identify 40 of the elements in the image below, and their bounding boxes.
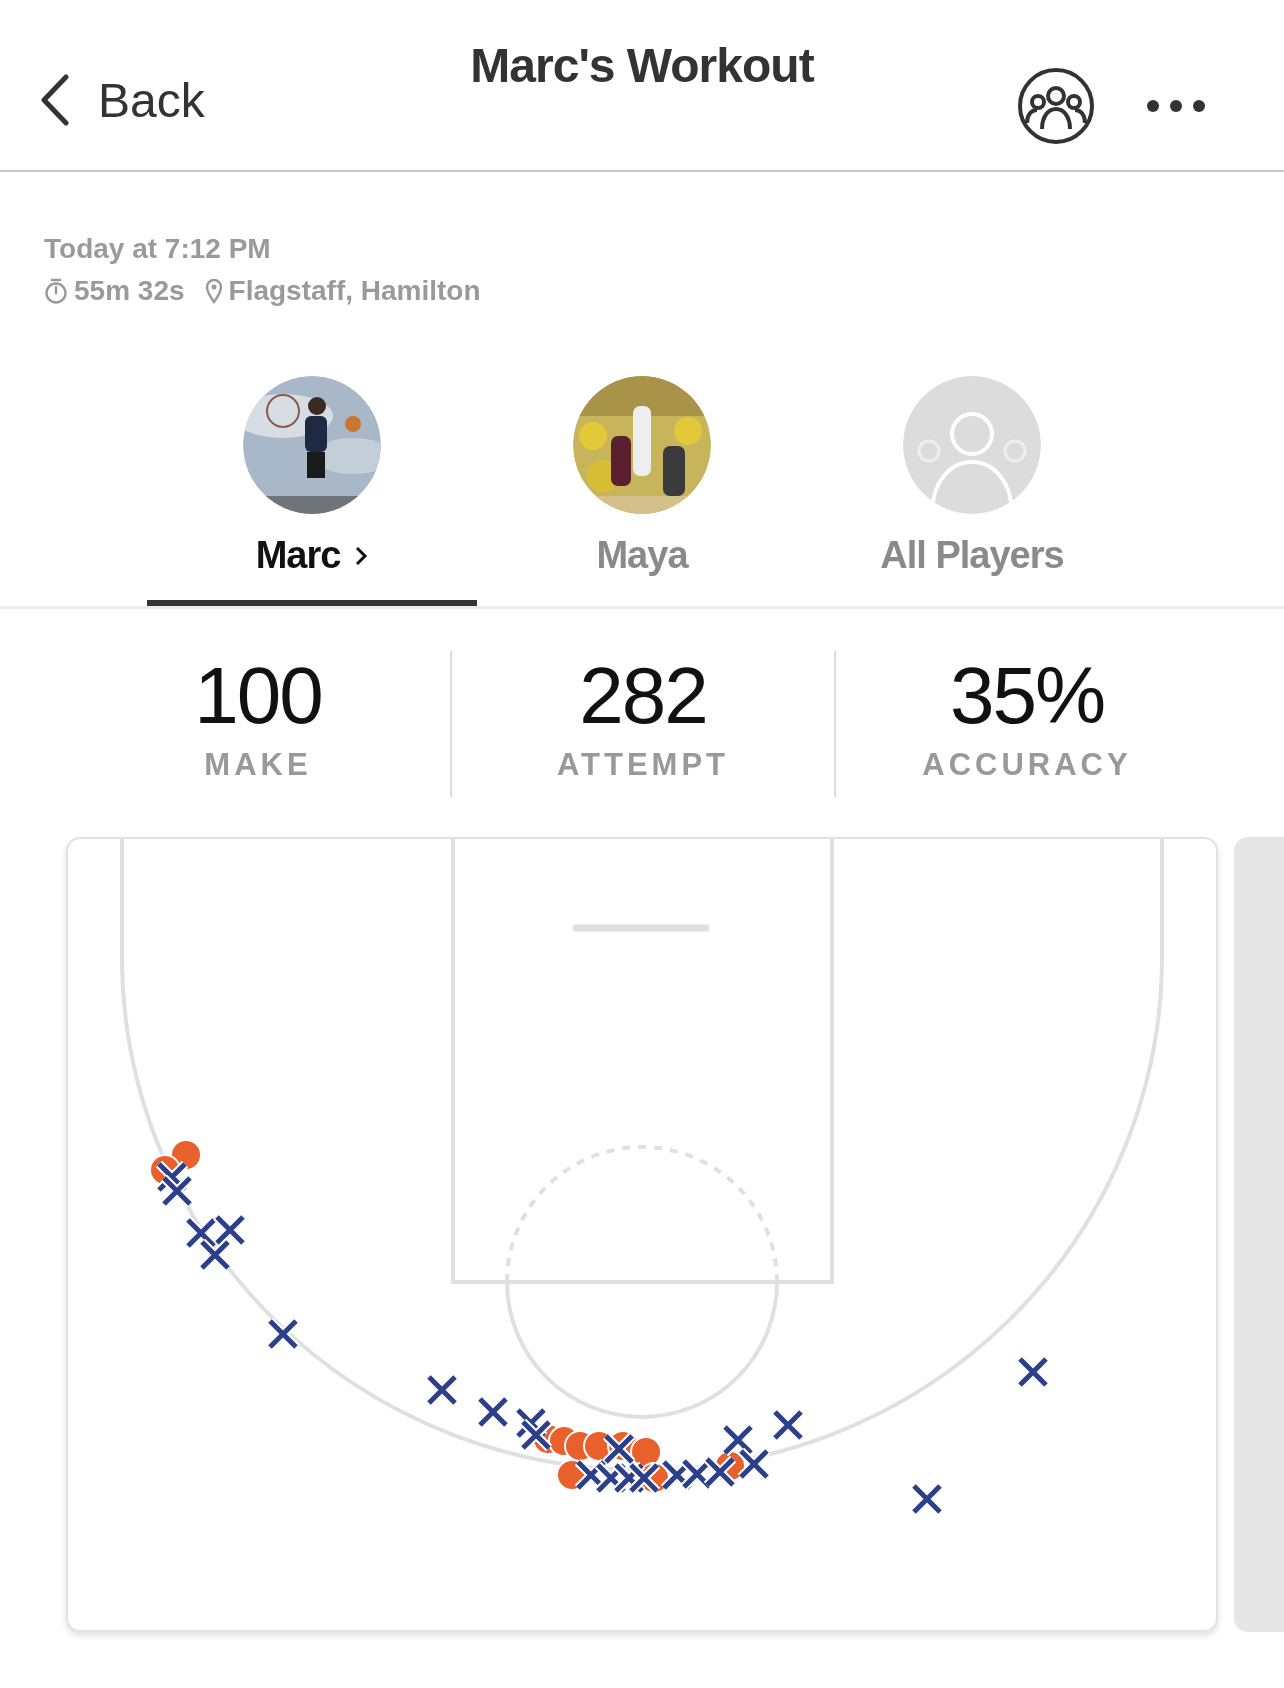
missed-shot-marker: [477, 1396, 509, 1428]
player-name: Marc: [255, 534, 341, 577]
more-icon[interactable]: [1145, 98, 1207, 114]
missed-shot-marker: [595, 1462, 627, 1494]
missed-shot-marker: [704, 1456, 736, 1488]
player-name: All Players: [880, 534, 1064, 577]
session-date: Today at 7:12 PM: [44, 232, 272, 266]
missed-shot-marker: [722, 1424, 754, 1456]
missed-shot-marker: [520, 1419, 552, 1451]
stat-value: 282: [579, 651, 707, 741]
chevron-right-icon: [354, 544, 369, 567]
stat-value: 35%: [949, 651, 1105, 741]
player-name: Maya: [596, 534, 688, 577]
missed-shot-marker: [1017, 1356, 1049, 1388]
stat-value: 100: [194, 651, 322, 741]
page-title: Marc's Workout: [470, 38, 814, 93]
missed-shot-marker: [772, 1409, 804, 1441]
missed-shot-marker: [613, 1462, 645, 1494]
stat-label: MAKE: [204, 747, 312, 783]
stopwatch-icon: [44, 278, 68, 304]
missed-shot-marker: [161, 1175, 193, 1207]
missed-shot-marker: [185, 1217, 217, 1249]
session-duration: 55m 32s: [74, 274, 185, 308]
missed-shot-marker: [911, 1483, 943, 1515]
group-icon[interactable]: [1017, 67, 1095, 145]
missed-shot-marker: [267, 1318, 299, 1350]
missed-shot-marker: [199, 1239, 231, 1271]
missed-shot-marker: [575, 1459, 607, 1491]
chevron-left-icon: [40, 74, 70, 126]
missed-shot-marker: [214, 1214, 246, 1246]
stat-label: ATTEMPT: [556, 747, 730, 783]
player-tab[interactable]: Marc: [147, 376, 477, 606]
missed-shot-marker: [515, 1407, 547, 1439]
missed-shot-marker: [426, 1374, 458, 1406]
stat-label: ACCURACY: [922, 747, 1132, 783]
missed-shot-marker: [738, 1448, 770, 1480]
missed-shot-marker: [156, 1161, 188, 1193]
session-location: Flagstaff, Hamilton: [228, 274, 481, 308]
back-button[interactable]: Back: [40, 72, 205, 128]
location-pin-icon: [204, 278, 223, 304]
